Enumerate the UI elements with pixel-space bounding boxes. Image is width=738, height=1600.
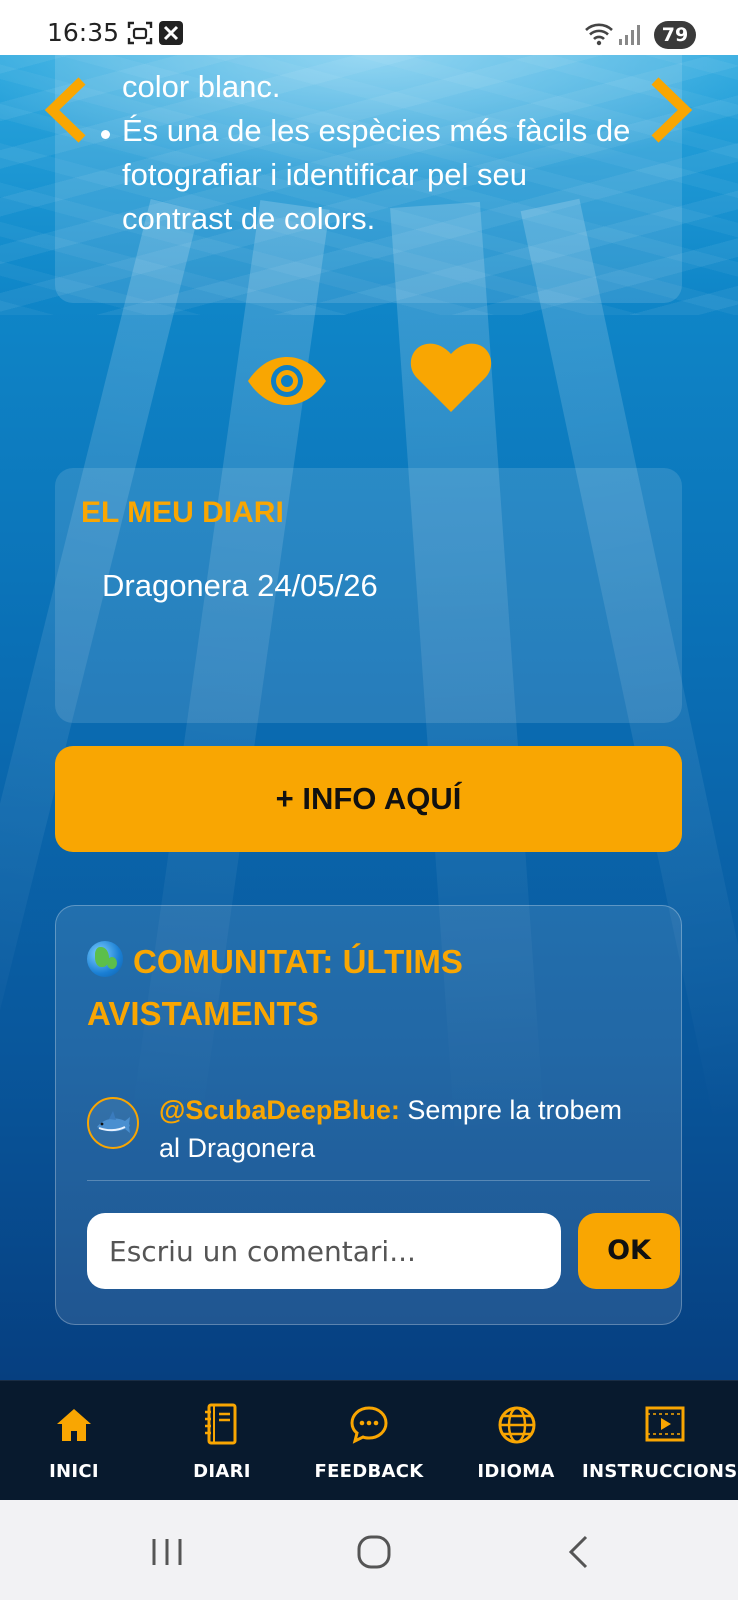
heart-icon[interactable] <box>410 340 492 419</box>
species-info-line: contrast de colors. <box>122 201 376 236</box>
nav-label: INSTRUCCIONS <box>582 1461 738 1482</box>
home-circle-icon[interactable] <box>356 1534 392 1575</box>
chevron-left-icon[interactable] <box>42 75 92 145</box>
species-info-line: color blanc. <box>122 69 281 104</box>
notebook-icon <box>205 1403 237 1445</box>
signal-icon <box>618 24 640 51</box>
divider <box>87 1180 650 1181</box>
close-box-icon <box>158 20 184 51</box>
community-title-text: COMUNITAT: ÚLTIMS AVISTAMENTS <box>87 943 463 1032</box>
back-icon[interactable] <box>566 1534 590 1575</box>
avatar <box>87 1097 139 1149</box>
nav-item-inici[interactable]: INICI <box>0 1381 148 1500</box>
chevron-right-icon[interactable] <box>645 75 695 145</box>
globe-icon <box>498 1406 536 1444</box>
system-nav-bar <box>0 1500 738 1600</box>
shark-icon <box>97 1111 130 1133</box>
status-bar: 16:35 79 <box>0 0 738 55</box>
screenshot-icon <box>127 20 153 51</box>
nav-label: DIARI <box>193 1461 251 1482</box>
main-content[interactable]: color blanc. És una de les espècies més … <box>0 55 738 1380</box>
community-title: COMUNITAT: ÚLTIMS AVISTAMENTS <box>87 936 647 1040</box>
nav-label: IDIOMA <box>477 1461 555 1482</box>
battery-indicator: 79 <box>654 21 696 49</box>
eye-icon[interactable] <box>246 355 328 412</box>
diary-title: EL MEU DIARI <box>81 496 284 529</box>
status-time: 16:35 <box>47 18 120 47</box>
wifi-icon <box>584 22 614 51</box>
nav-item-idioma[interactable]: IDIOMA <box>442 1381 590 1500</box>
nav-item-diari[interactable]: DIARI <box>148 1381 296 1500</box>
comment-username[interactable]: @ScubaDeepBlue: <box>159 1095 400 1125</box>
more-info-button[interactable]: + INFO AQUÍ <box>55 746 682 852</box>
submit-comment-button[interactable]: OK <box>578 1213 680 1289</box>
species-info-line: fotografiar i identificar pel seu <box>122 157 527 192</box>
nav-label: FEEDBACK <box>314 1461 424 1482</box>
nav-item-feedback[interactable]: FEEDBACK <box>296 1381 442 1500</box>
home-icon <box>57 1409 91 1441</box>
diary-entry[interactable]: Dragonera 24/05/26 <box>102 568 378 604</box>
comment-text: @ScubaDeepBlue: Sempre la trobem al Drag… <box>159 1091 639 1167</box>
globe-icon <box>87 941 123 977</box>
community-card: COMUNITAT: ÚLTIMS AVISTAMENTS @ScubaDeep… <box>55 905 682 1325</box>
species-info-card: color blanc. És una de les espècies més … <box>55 55 682 303</box>
comment-input[interactable] <box>87 1213 561 1289</box>
bullet <box>101 130 110 139</box>
nav-label: INICI <box>49 1461 99 1482</box>
diary-card[interactable]: EL MEU DIARI Dragonera 24/05/26 <box>55 468 682 723</box>
bottom-nav: INICI DIARI FEEDBACK IDIOMA INSTRUCCIONS <box>0 1380 738 1500</box>
recents-icon[interactable] <box>150 1537 184 1572</box>
video-icon <box>645 1406 685 1442</box>
chat-icon <box>350 1406 388 1444</box>
species-info-line: És una de les espècies més fàcils de <box>122 113 631 148</box>
nav-item-instruccions[interactable]: INSTRUCCIONS <box>582 1381 738 1500</box>
